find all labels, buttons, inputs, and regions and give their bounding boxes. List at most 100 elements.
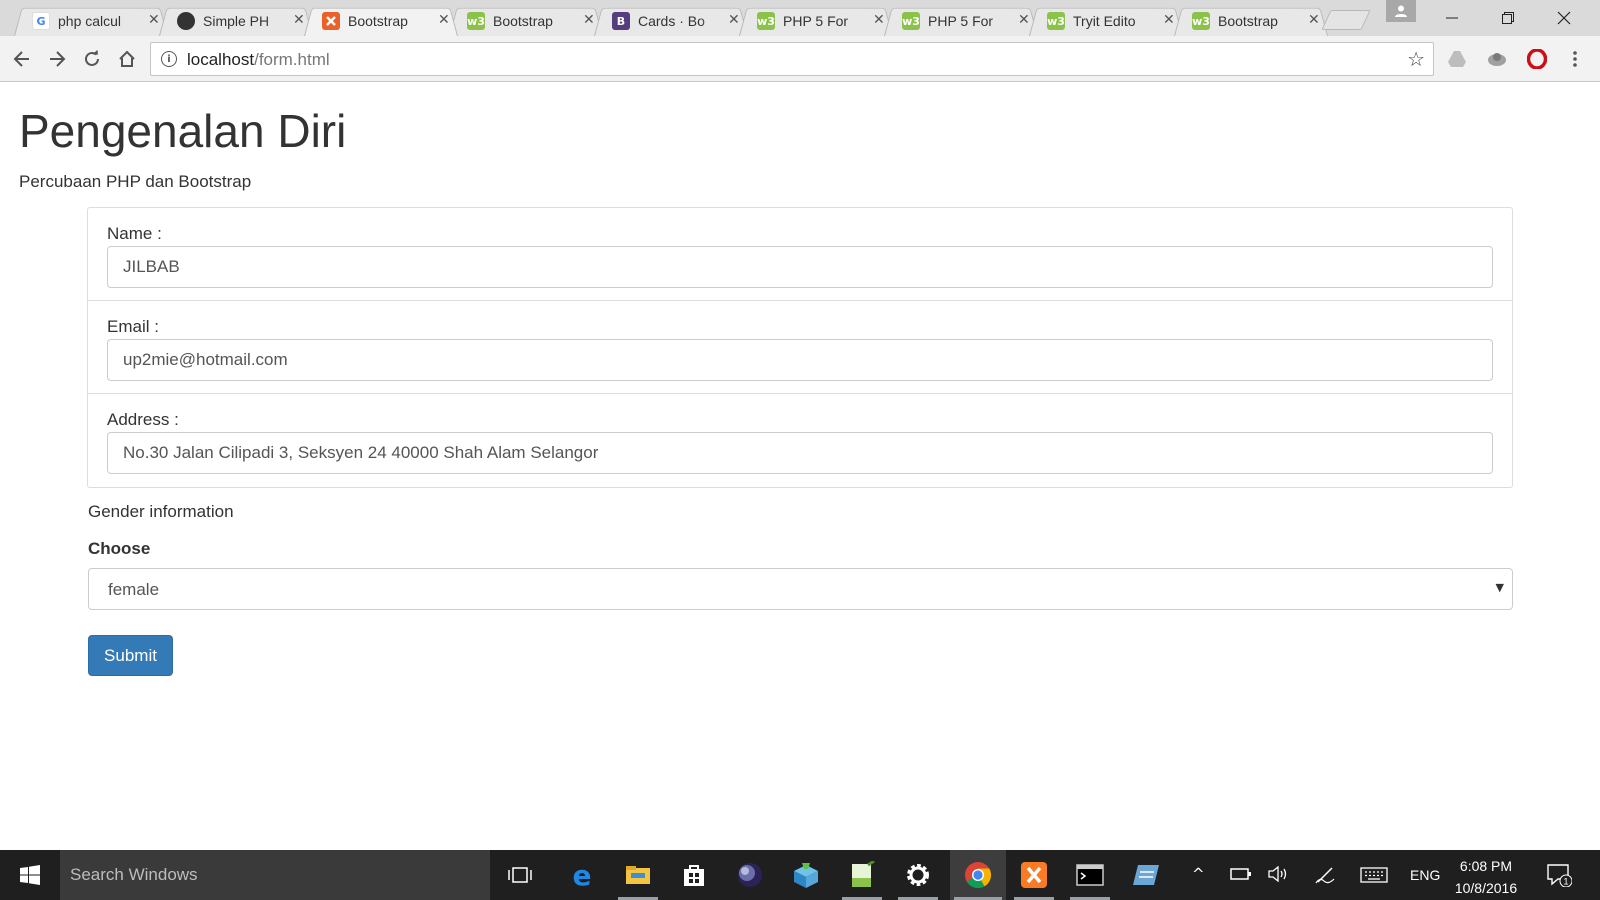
keyboard-icon[interactable] bbox=[1360, 867, 1388, 887]
reload-icon bbox=[85, 50, 99, 66]
w3schools-icon: w3 bbox=[1192, 12, 1210, 30]
task-view-icon[interactable] bbox=[504, 859, 536, 891]
browser-tab[interactable]: Bootstrap ✕ bbox=[304, 4, 458, 36]
notepad-plus-icon[interactable] bbox=[846, 859, 878, 891]
volume-icon[interactable] bbox=[1268, 865, 1290, 886]
tab-label: php calcul bbox=[58, 13, 144, 29]
taskbar: Search Windows e ^ ENG 6:08 PM 10/8/2016… bbox=[0, 850, 1600, 900]
name-input[interactable]: JILBAB bbox=[107, 246, 1493, 288]
drive-extension-icon[interactable] bbox=[1446, 48, 1468, 70]
tab-label: PHP 5 For bbox=[783, 13, 869, 29]
dropdown-caret-icon: ▼ bbox=[1495, 581, 1504, 594]
store-icon[interactable] bbox=[678, 859, 710, 891]
browser-tab[interactable]: B Cards · Bo ✕ bbox=[594, 4, 748, 36]
email-label: Email : bbox=[107, 317, 159, 336]
github-icon bbox=[177, 12, 195, 30]
terminal-icon[interactable] bbox=[1074, 859, 1106, 891]
restore-button[interactable] bbox=[1480, 0, 1536, 36]
home-icon bbox=[119, 50, 135, 67]
bookmark-star-icon[interactable]: ☆ bbox=[1407, 47, 1425, 71]
tab-close-icon[interactable]: ✕ bbox=[293, 11, 305, 28]
chrome-icon[interactable] bbox=[962, 859, 994, 891]
new-tab-button[interactable] bbox=[1321, 10, 1371, 30]
eclipse-icon[interactable] bbox=[734, 859, 766, 891]
opera-icon[interactable] bbox=[1526, 48, 1548, 70]
restore-icon bbox=[1502, 12, 1514, 24]
w3schools-icon: w3 bbox=[1047, 12, 1065, 30]
address-bar[interactable]: i localhost/form.html ☆ bbox=[150, 42, 1434, 76]
back-button[interactable] bbox=[8, 45, 36, 73]
settings-gear-icon[interactable] bbox=[902, 859, 934, 891]
tab-label: Bootstrap bbox=[1218, 13, 1304, 29]
gender-select[interactable]: female ▼ bbox=[88, 568, 1513, 610]
tab-close-icon[interactable]: ✕ bbox=[728, 11, 740, 28]
tab-close-icon[interactable]: ✕ bbox=[583, 11, 595, 28]
email-row: Email : up2mie@hotmail.com bbox=[88, 301, 1512, 394]
back-arrow-icon bbox=[13, 51, 29, 67]
tab-close-icon[interactable]: ✕ bbox=[438, 11, 450, 28]
minimize-button[interactable] bbox=[1424, 0, 1480, 36]
xampp-icon bbox=[322, 12, 340, 30]
browser-toolbar: i localhost/form.html ☆ bbox=[0, 36, 1600, 82]
page-title: Pengenalan Diri bbox=[19, 105, 347, 157]
browser-tab[interactable]: w3 PHP 5 For ✕ bbox=[739, 4, 893, 36]
tab-label: Simple PH bbox=[203, 13, 289, 29]
tab-close-icon[interactable]: ✕ bbox=[1308, 11, 1320, 28]
browser-tab[interactable]: w3 Tryit Edito ✕ bbox=[1029, 4, 1183, 36]
info-icon[interactable]: i bbox=[161, 51, 177, 67]
battery-icon[interactable] bbox=[1230, 867, 1252, 885]
email-input[interactable]: up2mie@hotmail.com bbox=[107, 339, 1493, 381]
taskbar-search[interactable]: Search Windows bbox=[60, 850, 490, 900]
taskbar-clock[interactable]: 6:08 PM 10/8/2016 bbox=[1446, 855, 1526, 899]
close-icon bbox=[1557, 11, 1571, 25]
notification-count: 1 bbox=[1563, 877, 1568, 887]
browser-tab[interactable]: Simple PH ✕ bbox=[159, 4, 313, 36]
name-row: Name : JILBAB bbox=[88, 208, 1512, 301]
address-input[interactable]: No.30 Jalan Cilipadi 3, Seksyen 24 40000… bbox=[107, 432, 1493, 474]
profile-button[interactable] bbox=[1386, 0, 1416, 22]
tab-close-icon[interactable]: ✕ bbox=[1018, 11, 1030, 28]
minimize-icon bbox=[1446, 17, 1458, 19]
show-hidden-icons-icon[interactable]: ^ bbox=[1192, 865, 1205, 883]
name-label: Name : bbox=[107, 224, 162, 243]
windows-logo-icon bbox=[20, 865, 40, 885]
person-icon bbox=[1395, 5, 1407, 17]
tab-label: Bootstrap bbox=[348, 13, 434, 29]
language-indicator[interactable]: ENG bbox=[1410, 867, 1440, 883]
submit-button[interactable]: Submit bbox=[88, 635, 173, 676]
home-button[interactable] bbox=[113, 45, 141, 73]
tab-close-icon[interactable]: ✕ bbox=[148, 11, 160, 28]
tab-label: Bootstrap bbox=[493, 13, 579, 29]
address-url: localhost/form.html bbox=[187, 50, 330, 69]
clock-date: 10/8/2016 bbox=[1454, 880, 1518, 896]
tab-close-icon[interactable]: ✕ bbox=[1163, 11, 1175, 28]
browser-tab[interactable]: Gphp calcul ✕ bbox=[14, 4, 168, 36]
taskbar-search-placeholder: Search Windows bbox=[70, 865, 198, 884]
forward-button[interactable] bbox=[43, 45, 71, 73]
browser-tab[interactable]: w3 Bootstrap ✕ bbox=[1174, 4, 1328, 36]
tab-close-icon[interactable]: ✕ bbox=[873, 11, 885, 28]
gender-select-value: female bbox=[108, 580, 160, 599]
start-button[interactable] bbox=[0, 850, 60, 900]
edge-icon[interactable]: e bbox=[566, 859, 598, 892]
tab-label: Cards · Bo bbox=[638, 13, 724, 29]
pen-icon[interactable] bbox=[1314, 865, 1336, 889]
google-icon: G bbox=[32, 12, 50, 30]
tab-label: PHP 5 For bbox=[928, 13, 1014, 29]
address-row: Address : No.30 Jalan Cilipadi 3, Seksye… bbox=[88, 394, 1512, 487]
app-icon[interactable] bbox=[1130, 859, 1162, 891]
tab-label: Tryit Edito bbox=[1073, 13, 1159, 29]
xampp-icon[interactable] bbox=[1018, 859, 1050, 891]
browser-tab[interactable]: w3 Bootstrap ✕ bbox=[449, 4, 603, 36]
chrome-menu-icon[interactable] bbox=[1564, 48, 1586, 70]
action-center-icon[interactable]: 1 bbox=[1546, 863, 1573, 891]
page-subtitle: Percubaan PHP dan Bootstrap bbox=[19, 172, 252, 191]
package-icon[interactable] bbox=[790, 859, 822, 891]
close-window-button[interactable] bbox=[1536, 0, 1592, 36]
browser-tab[interactable]: w3 PHP 5 For ✕ bbox=[884, 4, 1038, 36]
form-panel: Name : JILBAB Email : up2mie@hotmail.com… bbox=[87, 207, 1513, 488]
tab-strip: Gphp calcul ✕ Simple PH ✕ Bootstrap ✕ w3 Bootst… bbox=[0, 0, 1600, 36]
extension-icon[interactable] bbox=[1486, 48, 1508, 70]
file-explorer-icon[interactable] bbox=[622, 859, 654, 891]
reload-button[interactable] bbox=[78, 45, 106, 73]
